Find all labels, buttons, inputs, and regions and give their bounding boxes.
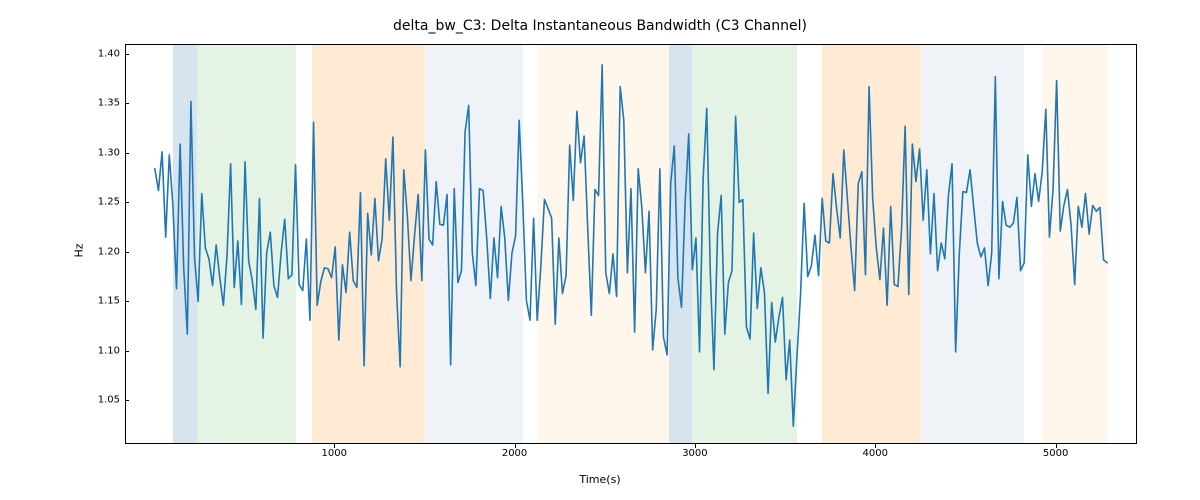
y-tick-mark: [125, 153, 129, 154]
x-tick-label: 5000: [1043, 448, 1068, 459]
y-tick-label: 1.15: [70, 296, 120, 307]
x-tick-label: 3000: [682, 448, 707, 459]
y-tick-label: 1.10: [70, 345, 120, 356]
y-tick-mark: [125, 202, 129, 203]
figure: delta_bw_C3: Delta Instantaneous Bandwid…: [0, 0, 1200, 500]
y-tick-mark: [125, 103, 129, 104]
chart-title: delta_bw_C3: Delta Instantaneous Bandwid…: [0, 18, 1200, 34]
y-tick-label: 1.05: [70, 395, 120, 406]
x-axis-label: Time(s): [0, 473, 1200, 486]
y-tick-label: 1.30: [70, 147, 120, 158]
y-tick-mark: [125, 54, 129, 55]
y-tick-mark: [125, 301, 129, 302]
y-tick-mark: [125, 400, 129, 401]
line-series: [126, 45, 1136, 443]
y-tick-mark: [125, 252, 129, 253]
y-tick-label: 1.20: [70, 246, 120, 257]
x-tick-label: 2000: [502, 448, 527, 459]
y-tick-label: 1.25: [70, 197, 120, 208]
x-tick-label: 4000: [863, 448, 888, 459]
y-tick-label: 1.40: [70, 48, 120, 59]
y-tick-mark: [125, 351, 129, 352]
plot-area: [125, 44, 1137, 444]
y-tick-label: 1.35: [70, 98, 120, 109]
x-tick-label: 1000: [321, 448, 346, 459]
